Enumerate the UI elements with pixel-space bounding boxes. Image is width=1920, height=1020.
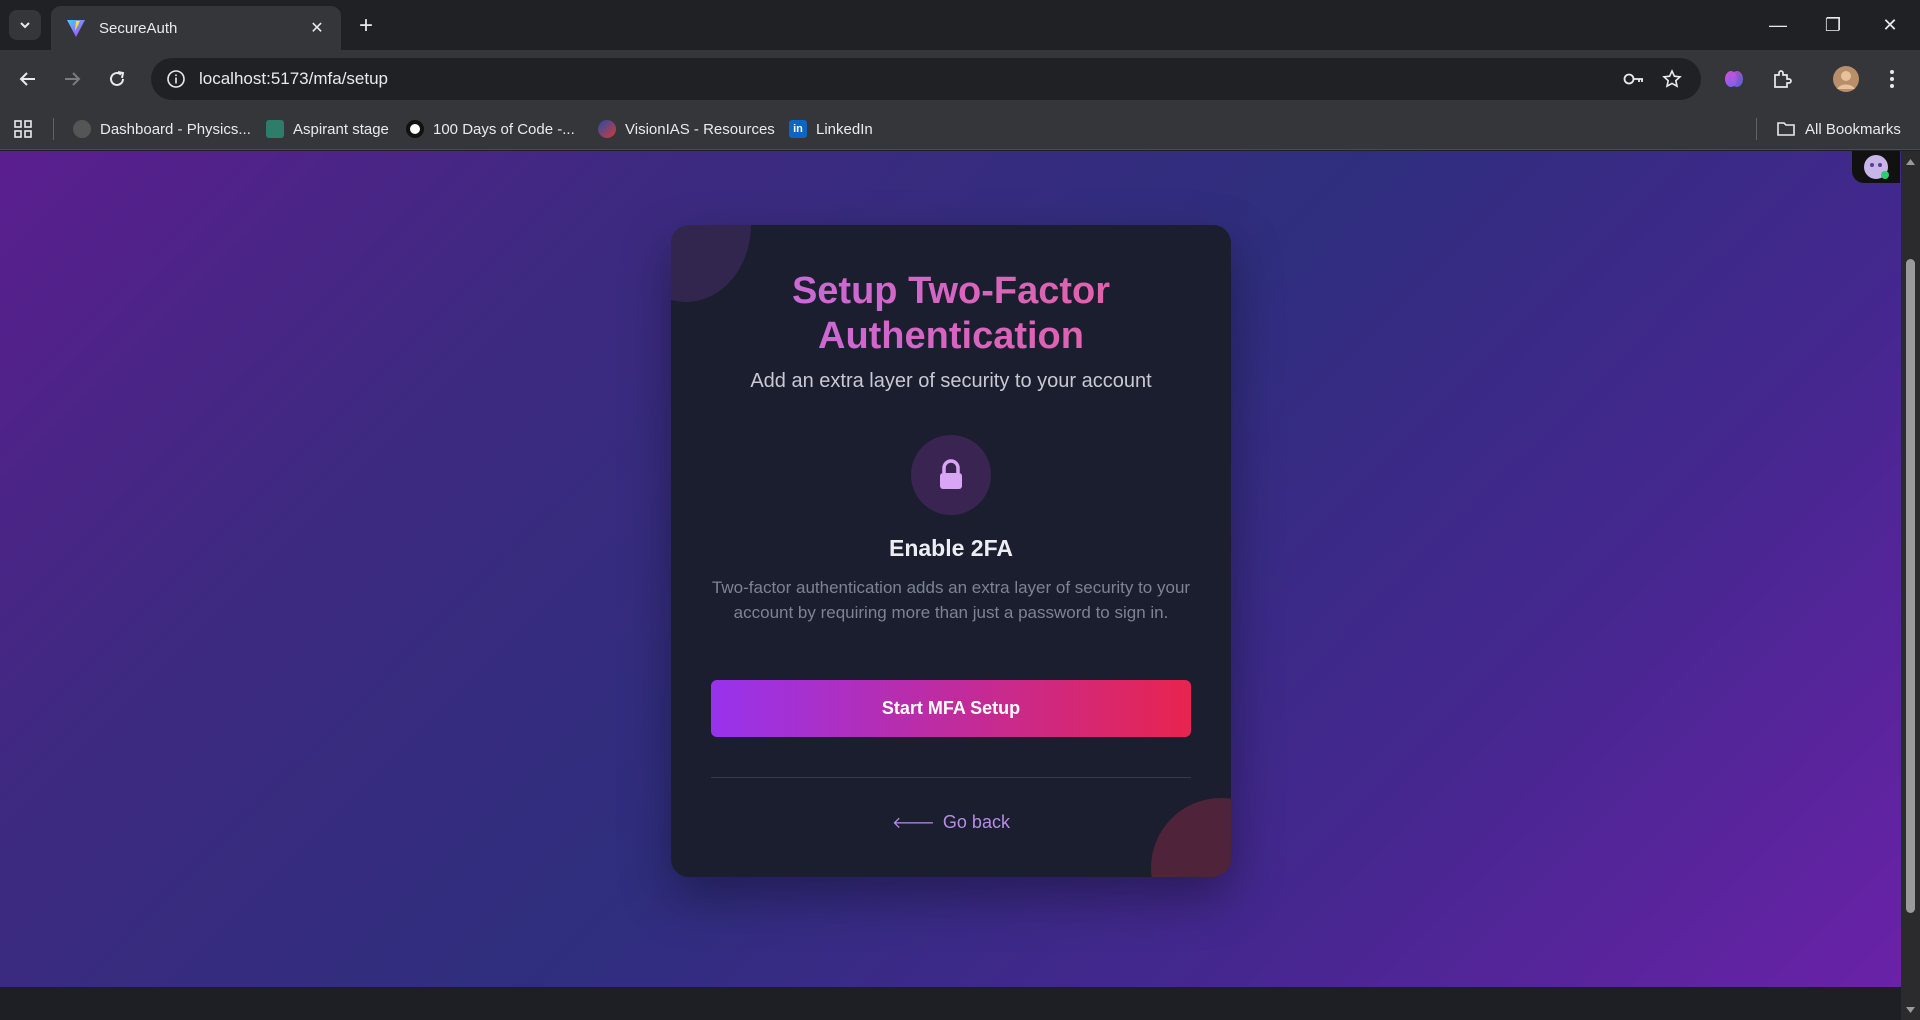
forward-button[interactable] [56,63,88,95]
browser-titlebar: SecureAuth ✕ + — ❐ ✕ [0,0,1920,50]
mfa-description: Two-factor authentication adds an extra … [711,578,1191,622]
folder-icon [1777,122,1795,136]
page-subtitle: Add an extra layer of security to your a… [750,370,1152,392]
all-bookmarks-label: All Bookmarks [1805,120,1901,138]
bookmarks-separator [53,118,54,140]
tab-search-button[interactable] [9,10,41,40]
linkedin-favicon-icon: in [789,120,807,138]
bookmark-star-icon[interactable] [1657,64,1687,94]
lock-icon [940,459,962,489]
password-key-icon[interactable] [1619,64,1649,94]
bookmarks-bar: Dashboard - Physics... Aspirant stage 10… [0,108,1920,150]
bookmarks-separator [1756,118,1757,140]
scroll-down-icon[interactable] [1901,1003,1920,1017]
physics-favicon-icon [73,120,91,138]
bookmark-label: Dashboard - Physics... [100,120,251,138]
page-viewport: Setup Two-Factor Authentication Add an e… [0,151,1901,987]
all-bookmarks-button[interactable]: All Bookmarks [1776,117,1901,141]
page-footer-strip [0,987,1901,1020]
arrow-right-icon [65,72,81,86]
tab-title: SecureAuth [99,19,178,37]
bookmark-item[interactable]: in LinkedIn [789,117,873,141]
bookmark-item[interactable]: VisionIAS - Resources [598,117,775,141]
visionias-favicon-icon [598,120,616,138]
address-bar[interactable]: localhost:5173/mfa/setup [151,58,1701,100]
chevron-down-icon [20,22,30,29]
minimize-button[interactable]: — [1758,10,1798,40]
mfa-setup-card: Setup Two-Factor Authentication Add an e… [671,225,1231,877]
browser-menu-icon[interactable] [1876,63,1908,95]
bookmark-label: LinkedIn [816,120,873,138]
extensions-puzzle-icon[interactable] [1766,63,1798,95]
go-back-link[interactable]: 🡐 Go back [671,812,1231,833]
profile-avatar[interactable] [1830,63,1862,95]
page-title: Setup Two-Factor Authentication [671,269,1231,359]
gemini-extension-icon[interactable] [1718,63,1750,95]
bookmark-label: 100 Days of Code -... [433,120,575,138]
bookmark-item[interactable]: Dashboard - Physics... [73,117,251,141]
lock-badge [911,435,991,515]
tab-close-icon[interactable]: ✕ [307,18,327,38]
reload-button[interactable] [101,63,133,95]
reload-icon [110,71,125,86]
arrow-left-icon [19,72,35,86]
bookmark-label: VisionIAS - Resources [625,120,775,138]
go-back-label: Go back [942,812,1010,832]
page-scrollbar[interactable] [1901,151,1920,1020]
browser-tab[interactable]: SecureAuth ✕ [51,6,341,50]
scrollbar-thumb[interactable] [1906,259,1915,913]
enable-2fa-heading: Enable 2FA [889,535,1013,561]
back-button[interactable] [12,63,44,95]
new-tab-button[interactable]: + [352,12,380,40]
apps-grid-icon[interactable] [13,117,33,141]
bookmark-item[interactable]: Aspirant stage [266,117,389,141]
close-window-button[interactable]: ✕ [1870,10,1910,40]
divider [711,777,1191,778]
bookmark-item[interactable]: 100 Days of Code -... [406,117,575,141]
site-info-icon[interactable] [165,68,187,90]
decorative-blob [1151,798,1231,877]
extension-avatar-icon [1864,155,1889,179]
browser-toolbar: localhost:5173/mfa/setup [0,50,1920,108]
url-text: localhost:5173/mfa/setup [199,69,389,88]
code-favicon-icon [406,120,424,138]
bookmark-label: Aspirant stage [293,120,389,138]
vite-favicon-icon [67,20,85,37]
scroll-up-icon[interactable] [1901,155,1920,169]
aspirant-favicon-icon [266,120,284,138]
floating-extension-badge[interactable] [1852,151,1900,183]
restore-button[interactable]: ❐ [1813,10,1853,40]
arrow-left-icon: 🡐 [892,815,935,832]
start-mfa-setup-button[interactable]: Start MFA Setup [711,680,1191,737]
